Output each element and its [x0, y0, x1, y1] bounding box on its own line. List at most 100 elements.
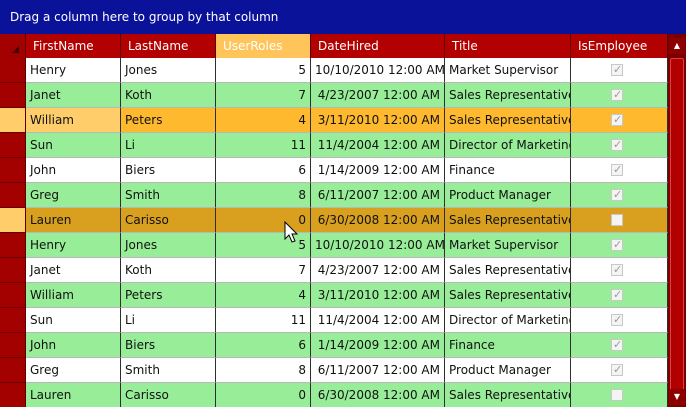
row-header[interactable] — [0, 383, 26, 407]
column-header-lastname[interactable]: LastName — [121, 34, 216, 58]
cell-lastname[interactable]: Carisso — [121, 383, 216, 407]
cell-datehired[interactable]: 1/14/2009 12:00 AM — [311, 158, 445, 183]
cell-datehired[interactable]: 11/4/2004 12:00 AM — [311, 133, 445, 158]
cell-isemployee[interactable] — [571, 208, 668, 233]
cell-lastname[interactable]: Li — [121, 133, 216, 158]
cell-userroles[interactable]: 11 — [216, 308, 311, 333]
is-employee-checkbox[interactable]: ✓ — [611, 138, 623, 151]
cell-datehired[interactable]: 10/10/2010 12:00 AM — [311, 58, 445, 83]
group-panel[interactable]: Drag a column here to group by that colu… — [0, 0, 686, 34]
cell-userroles[interactable]: 6 — [216, 158, 311, 183]
cell-title[interactable]: Director of Marketing — [445, 133, 571, 158]
cell-title[interactable]: Sales Representative — [445, 208, 571, 233]
row-header[interactable] — [0, 183, 26, 208]
cell-firstname[interactable]: Lauren — [26, 208, 121, 233]
cell-isemployee[interactable]: ✓ — [571, 258, 668, 283]
cell-title[interactable]: Market Supervisor — [445, 233, 571, 258]
cell-firstname[interactable]: Janet — [26, 258, 121, 283]
cell-userroles[interactable]: 8 — [216, 358, 311, 383]
is-employee-checkbox[interactable]: ✓ — [611, 363, 623, 376]
cell-datehired[interactable]: 6/30/2008 12:00 AM — [311, 208, 445, 233]
cell-lastname[interactable]: Koth — [121, 83, 216, 108]
row-header[interactable] — [0, 83, 26, 108]
is-employee-checkbox[interactable]: ✓ — [611, 238, 623, 251]
row-header[interactable] — [0, 208, 26, 233]
cell-title[interactable]: Sales Representative — [445, 108, 571, 133]
cell-firstname[interactable]: Sun — [26, 133, 121, 158]
cell-userroles[interactable]: 7 — [216, 258, 311, 283]
cell-title[interactable]: Product Manager — [445, 358, 571, 383]
cell-lastname[interactable]: Jones — [121, 233, 216, 258]
cell-isemployee[interactable] — [571, 383, 668, 407]
cell-title[interactable]: Sales Representative — [445, 83, 571, 108]
cell-datehired[interactable]: 11/4/2004 12:00 AM — [311, 308, 445, 333]
cell-lastname[interactable]: Smith — [121, 358, 216, 383]
table-row[interactable]: Sun Li 11 11/4/2004 12:00 AM Director of Mar… — [0, 133, 668, 158]
column-header-title[interactable]: Title — [445, 34, 571, 58]
cell-datehired[interactable]: 10/10/2010 12:00 AM — [311, 233, 445, 258]
cell-userroles[interactable]: 7 — [216, 83, 311, 108]
cell-datehired[interactable]: 4/23/2007 12:00 AM — [311, 83, 445, 108]
table-row[interactable]: Greg Smith 8 6/11/2007 12:00 AM Product Mana… — [0, 358, 668, 383]
cell-title[interactable]: Sales Representative — [445, 283, 571, 308]
table-row[interactable]: Lauren Carisso 0 6/30/2008 12:00 AM Sales Re… — [0, 208, 668, 233]
cell-datehired[interactable]: 6/30/2008 12:00 AM — [311, 383, 445, 407]
is-employee-checkbox[interactable]: ✓ — [611, 313, 623, 326]
is-employee-checkbox[interactable] — [611, 214, 623, 226]
cell-lastname[interactable]: Biers — [121, 333, 216, 358]
cell-isemployee[interactable]: ✓ — [571, 308, 668, 333]
column-header-datehired[interactable]: DateHired — [311, 34, 445, 58]
is-employee-checkbox[interactable] — [611, 389, 623, 401]
vertical-scrollbar[interactable]: ▲ ▼ — [668, 34, 686, 407]
cell-title[interactable]: Finance — [445, 333, 571, 358]
cell-firstname[interactable]: Sun — [26, 308, 121, 333]
cell-isemployee[interactable]: ✓ — [571, 283, 668, 308]
table-row[interactable]: Greg Smith 8 6/11/2007 12:00 AM Product Mana… — [0, 183, 668, 208]
row-header[interactable] — [0, 333, 26, 358]
cell-lastname[interactable]: Carisso — [121, 208, 216, 233]
cell-datehired[interactable]: 3/11/2010 12:00 AM — [311, 283, 445, 308]
cell-datehired[interactable]: 3/11/2010 12:00 AM — [311, 108, 445, 133]
column-header-userroles[interactable]: UserRoles — [216, 34, 311, 58]
cell-datehired[interactable]: 6/11/2007 12:00 AM — [311, 183, 445, 208]
row-header[interactable] — [0, 283, 26, 308]
cell-isemployee[interactable]: ✓ — [571, 233, 668, 258]
is-employee-checkbox[interactable]: ✓ — [611, 163, 623, 176]
cell-firstname[interactable]: Greg — [26, 183, 121, 208]
row-header[interactable] — [0, 133, 26, 158]
cell-lastname[interactable]: Peters — [121, 283, 216, 308]
cell-userroles[interactable]: 0 — [216, 383, 311, 407]
cell-firstname[interactable]: William — [26, 283, 121, 308]
cell-datehired[interactable]: 1/14/2009 12:00 AM — [311, 333, 445, 358]
select-all-corner[interactable] — [0, 34, 26, 58]
cell-isemployee[interactable]: ✓ — [571, 158, 668, 183]
is-employee-checkbox[interactable]: ✓ — [611, 288, 623, 301]
cell-firstname[interactable]: Janet — [26, 83, 121, 108]
row-header[interactable] — [0, 58, 26, 83]
cell-userroles[interactable]: 6 — [216, 333, 311, 358]
row-header[interactable] — [0, 158, 26, 183]
cell-title[interactable]: Market Supervisor — [445, 58, 571, 83]
cell-lastname[interactable]: Jones — [121, 58, 216, 83]
cell-isemployee[interactable]: ✓ — [571, 83, 668, 108]
cell-isemployee[interactable]: ✓ — [571, 108, 668, 133]
cell-userroles[interactable]: 11 — [216, 133, 311, 158]
cell-firstname[interactable]: John — [26, 158, 121, 183]
cell-firstname[interactable]: Lauren — [26, 383, 121, 407]
is-employee-checkbox[interactable]: ✓ — [611, 88, 623, 101]
cell-title[interactable]: Sales Representative — [445, 383, 571, 407]
cell-title[interactable]: Director of Marketing — [445, 308, 571, 333]
cell-userroles[interactable]: 4 — [216, 108, 311, 133]
table-row[interactable]: William Peters 4 3/11/2010 12:00 AM Sales Re… — [0, 283, 668, 308]
cell-isemployee[interactable]: ✓ — [571, 58, 668, 83]
is-employee-checkbox[interactable]: ✓ — [611, 263, 623, 276]
column-header-firstname[interactable]: FirstName — [26, 34, 121, 58]
table-row[interactable]: Henry Jones 5 10/10/2010 12:00 AM Market Sup… — [0, 233, 668, 258]
cell-firstname[interactable]: Henry — [26, 233, 121, 258]
table-row[interactable]: Sun Li 11 11/4/2004 12:00 AM Director of Mar… — [0, 308, 668, 333]
cell-firstname[interactable]: Henry — [26, 58, 121, 83]
cell-userroles[interactable]: 8 — [216, 183, 311, 208]
is-employee-checkbox[interactable]: ✓ — [611, 188, 623, 201]
is-employee-checkbox[interactable]: ✓ — [611, 113, 623, 126]
cell-lastname[interactable]: Biers — [121, 158, 216, 183]
